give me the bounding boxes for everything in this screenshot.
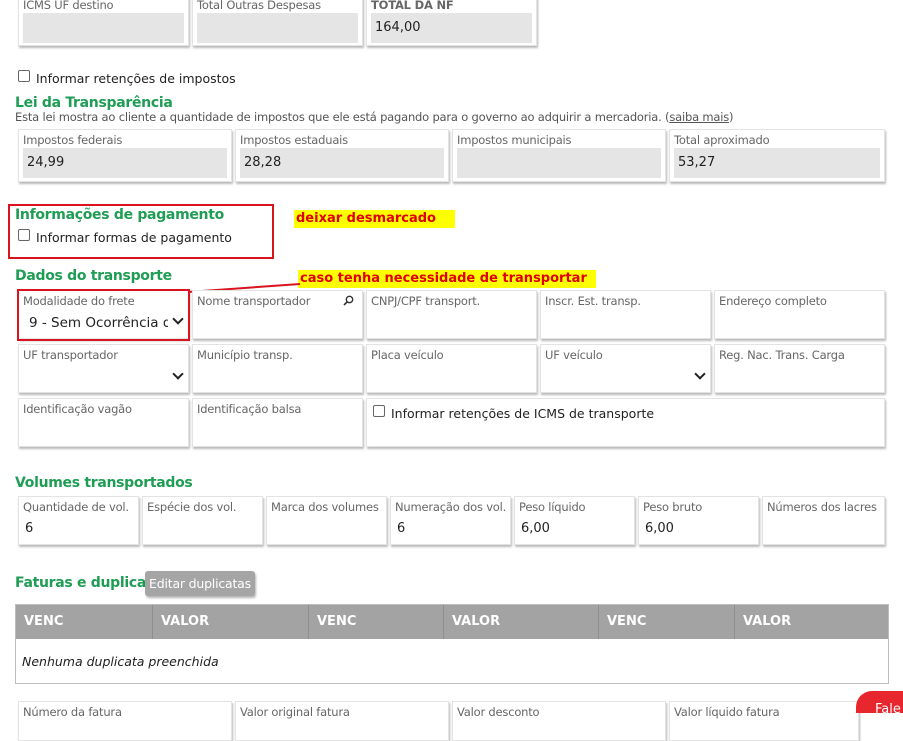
placa-veiculo-value xyxy=(371,365,532,395)
column-header: VALOR xyxy=(743,614,792,629)
column-header: VENC xyxy=(16,605,153,639)
retencoes-icms-label: Informar retenções de ICMS de transporte xyxy=(391,406,655,421)
chat-button[interactable]: Fale xyxy=(856,691,903,713)
search-icon[interactable] xyxy=(343,295,354,306)
field-label: Placa veículo xyxy=(371,348,444,362)
field-label: Números dos lacres xyxy=(767,500,877,514)
endereco-field[interactable]: Endereço completo xyxy=(714,290,885,339)
field-label: Inscr. Est. transp. xyxy=(545,294,641,308)
municipio-value xyxy=(197,365,358,395)
balsa-field[interactable]: Identificação balsa xyxy=(192,398,363,447)
chat-button-label: Fale xyxy=(875,702,901,713)
peso-bruto-value: 6,00 xyxy=(645,521,674,536)
vagao-field[interactable]: Identificação vagão xyxy=(18,398,189,447)
quantidade-vol-field[interactable]: Quantidade de vol. 6 xyxy=(18,496,139,545)
numeros-lacres-field[interactable]: Números dos lacres xyxy=(762,496,885,545)
editar-duplicatas-button[interactable]: Editar duplicatas xyxy=(145,571,255,596)
field-label: Peso líquido xyxy=(519,500,586,514)
numeracao-vol-value: 6 xyxy=(397,521,406,536)
field-label: UF veículo xyxy=(545,348,603,362)
nome-transportador-field[interactable]: Nome transportador xyxy=(192,290,363,339)
peso-liquido-value: 6,00 xyxy=(521,521,550,536)
field-label: Marca dos volumes xyxy=(271,500,379,514)
balsa-value xyxy=(197,419,358,449)
cnpj-transport-value xyxy=(371,311,532,341)
field-label: UF transportador xyxy=(23,348,118,362)
field-label: Nome transportador xyxy=(197,294,311,308)
numeros-lacres-value xyxy=(767,514,880,544)
rntc-value xyxy=(719,365,880,395)
cnpj-transport-field[interactable]: CNPJ/CPF transport. xyxy=(366,290,537,339)
peso-bruto-field[interactable]: Peso bruto 6,00 xyxy=(638,496,759,545)
chevron-down-icon xyxy=(694,368,706,380)
peso-liquido-field[interactable]: Peso líquido 6,00 xyxy=(514,496,635,545)
field-label: Peso bruto xyxy=(643,500,703,514)
field-label: Valor líquido fatura xyxy=(674,705,780,719)
uf-veiculo-select[interactable]: UF veículo xyxy=(540,344,711,393)
chevron-down-icon xyxy=(172,368,184,380)
especie-vol-value xyxy=(147,514,258,544)
field-label: Valor original fatura xyxy=(240,705,350,719)
placa-veiculo-field[interactable]: Placa veículo xyxy=(366,344,537,393)
nome-transportador-value xyxy=(197,311,358,341)
modalidade-highlight-box xyxy=(17,289,190,341)
field-label: Identificação vagão xyxy=(23,402,132,416)
volumes-title: Volumes transportados xyxy=(15,475,193,491)
marca-volumes-field[interactable]: Marca dos volumes xyxy=(266,496,387,545)
field-label: Identificação balsa xyxy=(197,402,302,416)
column-header: VALOR xyxy=(444,605,599,639)
field-label: Município transp. xyxy=(197,348,293,362)
rntc-field[interactable]: Reg. Nac. Trans. Carga xyxy=(714,344,885,393)
inscr-est-value xyxy=(545,311,706,341)
field-label: CNPJ/CPF transport. xyxy=(371,294,481,308)
numeracao-vol-field[interactable]: Numeração dos vol. 6 xyxy=(390,496,511,545)
retencoes-icms-box: Informar retenções de ICMS de transporte xyxy=(366,398,885,447)
retencoes-icms-checkbox[interactable] xyxy=(373,405,385,417)
municipio-field[interactable]: Município transp. xyxy=(192,344,363,393)
valor-desconto-field[interactable]: Valor desconto xyxy=(452,701,666,741)
uf-veiculo-value xyxy=(545,365,690,395)
field-label: Número da fatura xyxy=(23,705,122,719)
field-label: Valor desconto xyxy=(457,705,540,719)
field-label: Numeração dos vol. xyxy=(395,500,507,514)
field-label: Quantidade de vol. xyxy=(23,500,129,514)
field-label: Endereço completo xyxy=(719,294,827,308)
uf-transportador-value xyxy=(23,365,168,395)
quantidade-vol-value: 6 xyxy=(25,521,34,536)
numero-fatura-field[interactable]: Número da fatura xyxy=(18,701,232,741)
column-header: VENC xyxy=(309,605,444,639)
field-label: Espécie dos vol. xyxy=(147,500,237,514)
vagao-value xyxy=(23,419,184,449)
marca-volumes-value xyxy=(271,514,382,544)
endereco-value xyxy=(719,311,880,341)
column-header: VENC xyxy=(599,605,735,639)
inscr-est-field[interactable]: Inscr. Est. transp. xyxy=(540,290,711,339)
uf-transportador-select[interactable]: UF transportador xyxy=(18,344,189,393)
duplicatas-table-header: VENC VALOR VENC VALOR VENC VALOR xyxy=(16,605,888,639)
especie-vol-field[interactable]: Espécie dos vol. xyxy=(142,496,263,545)
column-header: VALOR xyxy=(153,605,309,639)
empty-table-message: Nenhuma duplicata preenchida xyxy=(22,654,219,669)
valor-liquido-field[interactable]: Valor líquido fatura xyxy=(669,701,859,741)
duplicatas-table: VENC VALOR VENC VALOR VENC VALOR Nenhuma… xyxy=(15,604,889,684)
valor-original-field[interactable]: Valor original fatura xyxy=(235,701,449,741)
field-label: Reg. Nac. Trans. Carga xyxy=(719,348,845,362)
